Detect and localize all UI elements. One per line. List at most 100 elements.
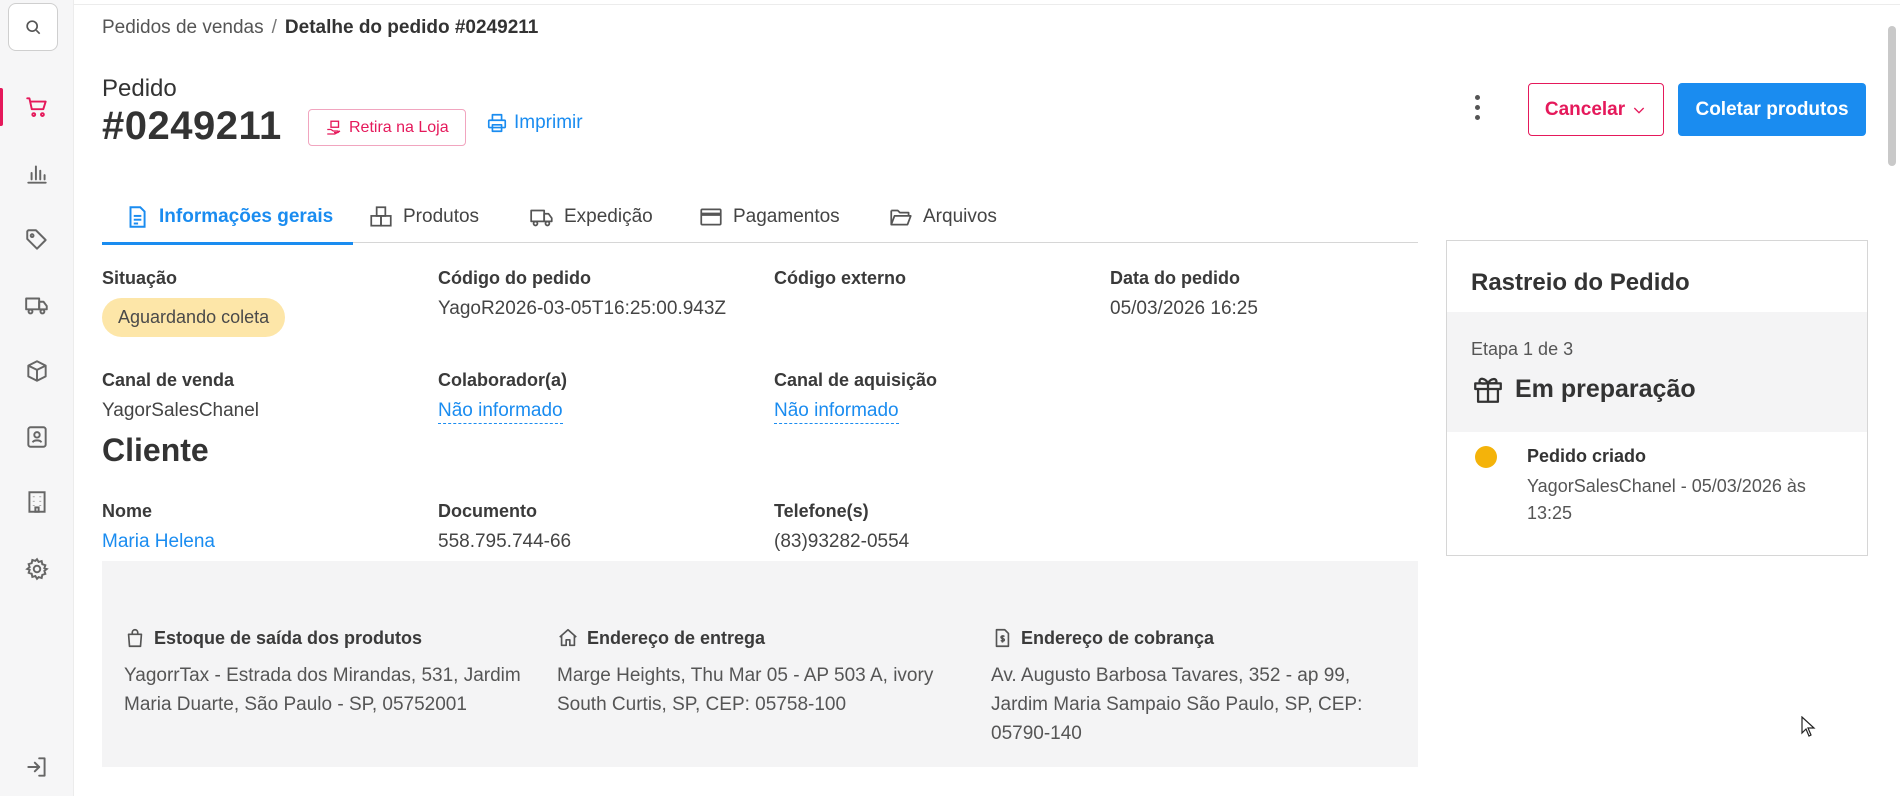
kebab-dot (1474, 94, 1480, 100)
field-value: (83)93282-0554 (774, 531, 910, 552)
stage-label: Em preparação (1515, 374, 1696, 403)
contact-card-icon (27, 426, 47, 448)
logout-icon (27, 757, 46, 777)
tracking-stage: Etapa 1 de 3 Em preparação (1447, 312, 1867, 432)
billing-address: Endereço de cobrança Av. Augusto Barbosa… (991, 627, 1411, 748)
tab-products[interactable]: Produtos (368, 190, 479, 243)
building-icon (28, 491, 46, 513)
collect-products-button[interactable]: Coletar produtos (1678, 83, 1866, 136)
credit-card-icon (700, 208, 722, 225)
order-number: #0249211 (102, 104, 282, 148)
cancel-label: Cancelar (1544, 98, 1626, 120)
field-order-date: Data do pedido 05/03/2026 16:25 (1110, 268, 1258, 320)
address-label: Endereço de cobrança (1021, 627, 1215, 648)
gift-icon (1474, 377, 1502, 403)
search-button[interactable] (8, 3, 58, 51)
tab-shipping[interactable]: Expedição (529, 190, 653, 243)
sidebar (0, 0, 74, 796)
field-label: Telefone(s) (774, 501, 869, 521)
kebab-dot (1474, 114, 1480, 120)
folder-icon (890, 209, 912, 225)
breadcrumb-current: Detalhe do pedido #0249211 (284, 17, 539, 38)
address-header: Endereço de cobrança (991, 627, 1411, 649)
boxes-icon (370, 205, 392, 227)
truck-icon (530, 209, 553, 226)
field-external-code: Código externo (774, 268, 906, 298)
cart-icon (26, 97, 47, 117)
tab-payments[interactable]: Pagamentos (698, 190, 840, 243)
sidebar-item-settings[interactable] (0, 544, 74, 594)
acquisition-channel-link[interactable]: Não informado (774, 400, 899, 424)
sidebar-item-stores[interactable] (0, 477, 74, 527)
tab-label: Pagamentos (733, 205, 840, 227)
field-label: Data do pedido (1110, 268, 1240, 288)
tab-label: Arquivos (923, 205, 997, 227)
page-scrollbar[interactable] (1888, 26, 1896, 166)
home-icon (559, 628, 577, 647)
truck-icon (25, 297, 48, 315)
tab-bar: Informações gerais Produtos Expedição Pa… (101, 190, 1418, 245)
store-pickup-label: Retira na Loja (349, 118, 449, 136)
stock-address: Estoque de saída dos produtos YagorrTax … (124, 627, 544, 719)
more-options-button[interactable] (1462, 92, 1492, 122)
timeline-dot (1475, 446, 1497, 468)
field-order-code: Código do pedido YagoR2026-03-05T16:25:0… (438, 268, 726, 320)
tab-label: Informações gerais (159, 205, 334, 227)
sidebar-item-products[interactable] (0, 215, 74, 265)
sidebar-item-inventory[interactable] (0, 346, 74, 396)
gear-icon (25, 557, 49, 581)
breadcrumb: Pedidos de vendas / Detalhe do pedido #024… (102, 17, 538, 39)
tracking-title: Rastreio do Pedido (1471, 269, 1690, 296)
tracking-card: Rastreio do Pedido Etapa 1 de 3 Em prepa… (1446, 240, 1868, 556)
box-icon (27, 360, 47, 382)
breadcrumb-parent-link[interactable]: Pedidos de vendas (102, 17, 264, 38)
tab-files[interactable]: Arquivos (888, 190, 997, 243)
print-label: Imprimir (514, 112, 583, 133)
mouse-cursor-icon (1801, 716, 1816, 737)
field-sales-channel: Canal de venda YagorSalesChanel (102, 370, 259, 422)
addresses-panel: Estoque de saída dos produtos YagorrTax … (102, 561, 1418, 767)
field-client-name: Nome Maria Helena (102, 501, 215, 553)
timeline-event-title: Pedido criado (1527, 446, 1647, 466)
collaborator-link[interactable]: Não informado (438, 400, 563, 424)
field-label: Situação (102, 268, 178, 288)
sidebar-item-shipping[interactable] (0, 280, 74, 330)
status-badge: Aguardando coleta (102, 298, 286, 337)
breadcrumb-separator: / (271, 17, 277, 38)
field-client-phone: Telefone(s) (83)93282-0554 (774, 501, 909, 553)
field-label: Código do pedido (438, 268, 591, 288)
sidebar-item-reports[interactable] (0, 149, 74, 199)
bar-chart-icon (27, 165, 47, 184)
field-value: YagoR2026-03-05T16:25:00.943Z (438, 298, 727, 319)
field-label: Canal de aquisição (774, 370, 938, 390)
search-icon (26, 20, 41, 35)
kebab-dot (1474, 104, 1480, 110)
cancel-button[interactable]: Cancelar (1528, 83, 1664, 136)
chevron-down-icon (1634, 107, 1645, 114)
field-label: Código externo (774, 268, 907, 288)
sidebar-item-logout[interactable] (0, 742, 74, 792)
shopping-bag-icon (127, 628, 143, 648)
tab-label: Produtos (403, 205, 480, 227)
print-button[interactable]: Imprimir (486, 112, 583, 134)
address-value: Av. Augusto Barbosa Tavares, 352 - ap 99… (991, 665, 1363, 744)
tracking-step: Etapa 1 de 3 (1471, 339, 1574, 359)
field-situacao: Situação Aguardando coleta (102, 268, 286, 337)
address-label: Endereço de entrega (587, 627, 766, 648)
timeline-event-description: YagorSalesChanel - 05/03/2026 às 13:25 (1527, 476, 1806, 523)
invoice-icon (995, 628, 1010, 648)
field-label: Canal de venda (102, 370, 235, 390)
field-client-document: Documento 558.795.744-66 (438, 501, 571, 553)
address-header: Estoque de saída dos produtos (124, 627, 544, 649)
order-label: Pedido (102, 75, 177, 102)
field-collaborator: Colaborador(a) Não informado (438, 370, 567, 424)
field-value: 558.795.744-66 (438, 531, 572, 552)
tab-general-info[interactable]: Informações gerais (101, 190, 354, 245)
client-name-link[interactable]: Maria Helena (102, 531, 215, 553)
address-label: Estoque de saída dos produtos (154, 627, 423, 648)
sidebar-item-orders[interactable] (0, 82, 74, 132)
client-section-title: Cliente (102, 432, 209, 468)
sidebar-item-customers[interactable] (0, 412, 74, 462)
main-content: Pedidos de vendas / Detalhe do pedido #024… (101, 0, 1868, 796)
field-value: YagorSalesChanel (102, 400, 260, 421)
